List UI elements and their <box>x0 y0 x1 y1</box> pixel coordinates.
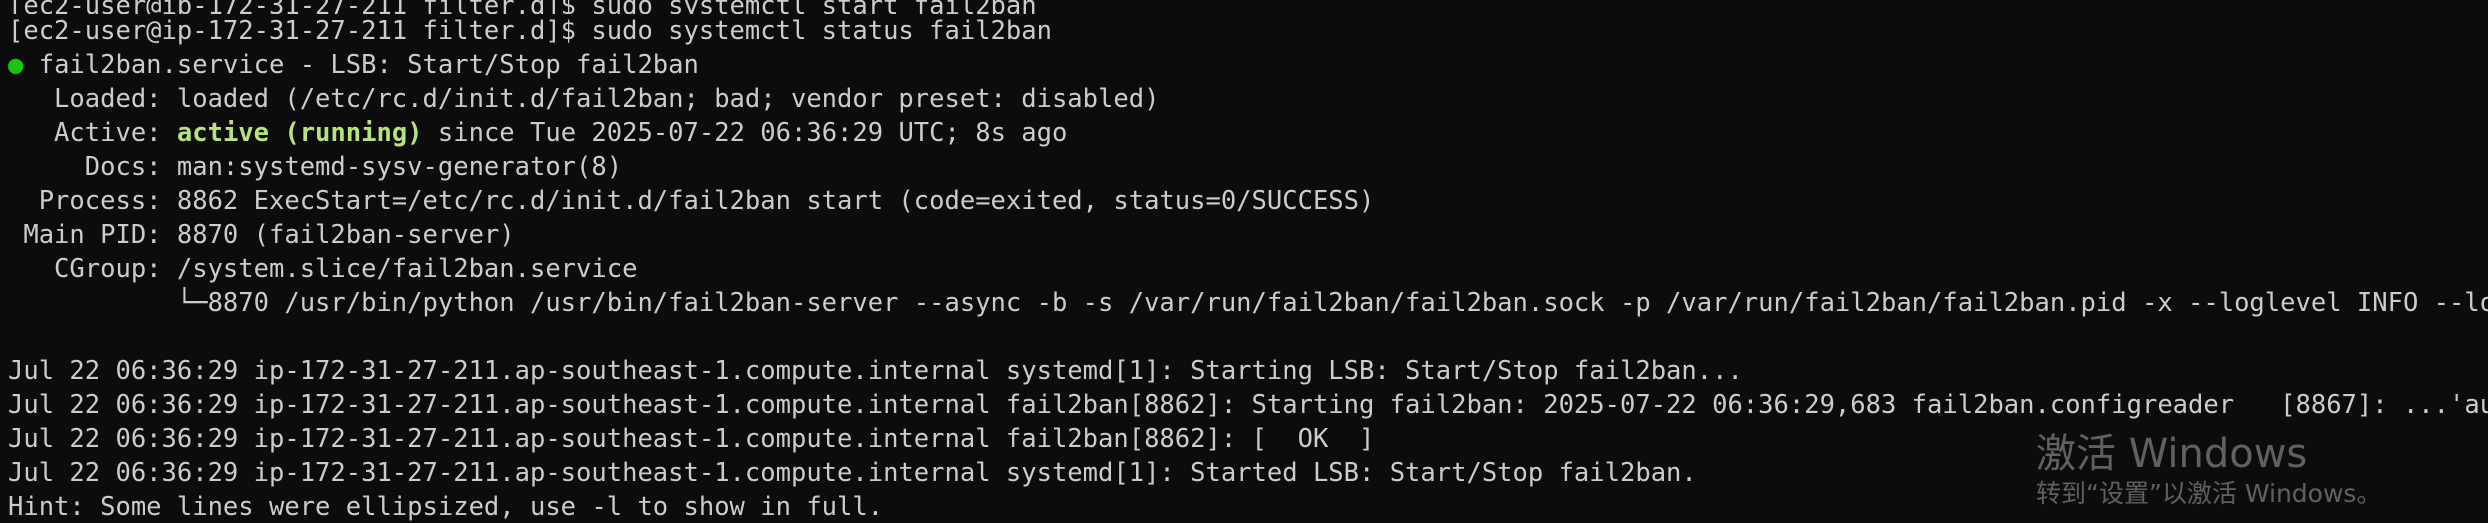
active-status: active (running) <box>176 118 423 148</box>
command-prompt-line: [ec2-user@ip-172-31-27-211 filter.d]$ su… <box>8 16 1052 46</box>
docs-line: Docs: man:systemd-sysv-generator(8) <box>8 152 623 182</box>
service-header-line: ● fail2ban.service - LSB: Start/Stop fai… <box>8 48 2488 82</box>
cgroup-child-line: └─8870 /usr/bin/python /usr/bin/fail2ban… <box>8 288 2488 318</box>
active-since: since Tue 2025-07-22 06:36:29 UTC; 8s ag… <box>422 118 1068 148</box>
log-line: Jul 22 06:36:29 ip-172-31-27-211.ap-sout… <box>8 390 2488 420</box>
log-line: Jul 22 06:36:29 ip-172-31-27-211.ap-sout… <box>8 458 1697 488</box>
status-dot-icon: ● <box>8 50 24 80</box>
service-name: fail2ban.service - LSB: Start/Stop fail2… <box>23 50 699 80</box>
previous-command-line: [ec2-user@ip-172-31-27-211 filter.d]$ su… <box>8 0 2488 14</box>
loaded-line: Loaded: loaded (/etc/rc.d/init.d/fail2ba… <box>8 84 1160 114</box>
hint-line: Hint: Some lines were ellipsized, use -l… <box>8 492 884 522</box>
terminal-window[interactable]: [ec2-user@ip-172-31-27-211 filter.d]$ su… <box>0 0 2488 523</box>
active-label: Active: <box>8 118 177 148</box>
process-line: Process: 8862 ExecStart=/etc/rc.d/init.d… <box>8 186 1375 216</box>
log-line: Jul 22 06:36:29 ip-172-31-27-211.ap-sout… <box>8 424 1375 454</box>
cgroup-line: CGroup: /system.slice/fail2ban.service <box>8 254 638 284</box>
active-line: Active: active (running) since Tue 2025-… <box>8 116 2488 150</box>
log-line: Jul 22 06:36:29 ip-172-31-27-211.ap-sout… <box>8 356 1743 386</box>
main-pid-line: Main PID: 8870 (fail2ban-server) <box>8 220 515 250</box>
